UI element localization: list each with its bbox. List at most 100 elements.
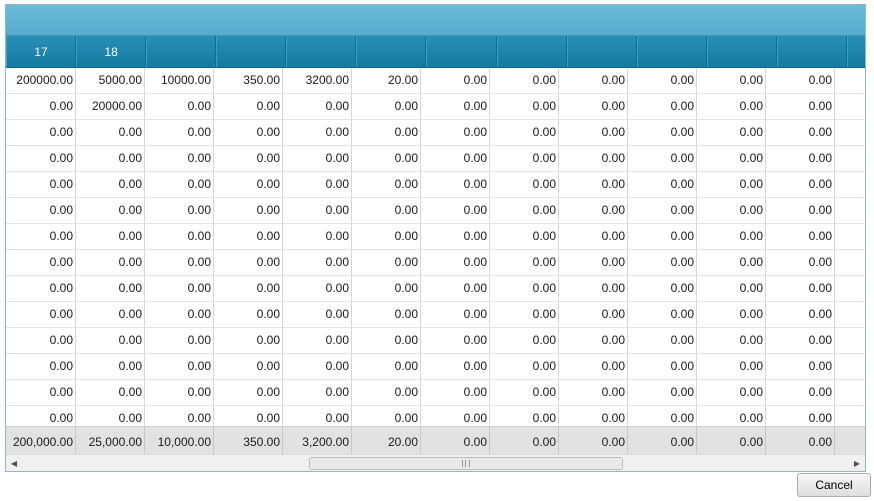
table-cell[interactable]: 0.00	[421, 94, 490, 119]
table-cell[interactable]: 0.00	[6, 94, 76, 119]
table-cell[interactable]: 200000.00	[6, 68, 76, 93]
table-cell[interactable]: 0.00	[145, 276, 214, 301]
table-cell[interactable]: 0.00	[490, 198, 559, 223]
table-row[interactable]: 0.00 0.00 0.00 0.00 0.00 0.00 0.00 0.00 0.00 0.00…	[6, 198, 865, 224]
table-cell[interactable]: 0.00	[766, 224, 835, 249]
table-cell[interactable]: 0.00	[697, 68, 766, 93]
table-cell[interactable]: 0.00	[283, 276, 352, 301]
table-cell[interactable]: 0.00	[145, 94, 214, 119]
table-row[interactable]: 0.00 0.00 0.00 0.00 0.00 0.00 0.00 0.00 0.00 0.00…	[6, 250, 865, 276]
table-cell[interactable]: 0.00	[214, 250, 283, 275]
table-cell[interactable]: 0.00	[628, 172, 697, 197]
table-cell[interactable]: 0.00	[697, 224, 766, 249]
table-cell[interactable]: 0.00	[628, 94, 697, 119]
table-cell[interactable]: 0.00	[76, 172, 145, 197]
table-cell[interactable]: 0.00	[766, 146, 835, 171]
table-cell[interactable]: 0.00	[283, 146, 352, 171]
table-cell[interactable]: 350.00	[214, 68, 283, 93]
table-row[interactable]: 0.00 20000.00 0.00 0.00 0.00 0.00 0.00 0.00 0.00…	[6, 94, 865, 120]
table-cell[interactable]: 0.00	[145, 328, 214, 353]
table-cell[interactable]: 0.00	[6, 354, 76, 379]
table-cell[interactable]: 0.00	[214, 328, 283, 353]
table-cell[interactable]: 0.00	[6, 302, 76, 327]
table-cell[interactable]: 0.00	[352, 120, 421, 145]
table-cell[interactable]: 0.00	[145, 146, 214, 171]
table-cell[interactable]: 0.00	[559, 250, 628, 275]
table-cell[interactable]: 0.00	[76, 250, 145, 275]
table-cell[interactable]: 0.00	[76, 302, 145, 327]
table-cell[interactable]: 0.00	[352, 276, 421, 301]
table-cell[interactable]: 0.00	[145, 250, 214, 275]
table-cell[interactable]: 0.00	[490, 68, 559, 93]
column-header[interactable]	[636, 36, 707, 67]
table-cell[interactable]: 0.00	[283, 94, 352, 119]
table-row[interactable]: 0.00 0.00 0.00 0.00 0.00 0.00 0.00 0.00 0.00 0.00…	[6, 224, 865, 250]
table-cell[interactable]: 0.00	[490, 302, 559, 327]
table-cell[interactable]: 0.00	[421, 120, 490, 145]
column-header[interactable]	[706, 36, 777, 67]
table-row[interactable]: 0.00 0.00 0.00 0.00 0.00 0.00 0.00 0.00 0.00 0.00…	[6, 302, 865, 328]
table-cell[interactable]: 0.00	[214, 172, 283, 197]
table-cell[interactable]: 0.00	[145, 302, 214, 327]
table-cell[interactable]: 0.00	[490, 224, 559, 249]
table-cell[interactable]: 0.00	[628, 224, 697, 249]
table-cell[interactable]: 0.00	[6, 250, 76, 275]
table-cell[interactable]: 0.00	[559, 120, 628, 145]
table-cell[interactable]: 0.00	[76, 354, 145, 379]
table-cell[interactable]: 0.00	[490, 380, 559, 405]
table-cell[interactable]: 0.00	[490, 354, 559, 379]
table-cell[interactable]: 0.00	[766, 354, 835, 379]
table-cell[interactable]: 0.00	[283, 328, 352, 353]
table-cell[interactable]: 0.00	[352, 146, 421, 171]
table-cell[interactable]: 0.00	[421, 276, 490, 301]
table-cell[interactable]: 0.00	[6, 224, 76, 249]
table-cell[interactable]: 0.00	[628, 250, 697, 275]
table-cell[interactable]: 0.00	[352, 354, 421, 379]
table-cell[interactable]: 0.00	[352, 172, 421, 197]
table-cell[interactable]: 0.00	[490, 146, 559, 171]
table-cell[interactable]: 0.00	[421, 68, 490, 93]
column-header[interactable]: 18	[76, 36, 147, 67]
table-row[interactable]: 200000.00 5000.00 10000.00 350.00 3200.00 20.…	[6, 68, 865, 94]
table-cell[interactable]: 20000.00	[76, 94, 145, 119]
table-cell[interactable]: 5000.00	[76, 68, 145, 93]
table-cell[interactable]: 0.00	[766, 328, 835, 353]
table-cell[interactable]: 0.00	[697, 94, 766, 119]
table-cell[interactable]: 0.00	[697, 172, 766, 197]
table-cell[interactable]: 0.00	[697, 250, 766, 275]
scroll-left-arrow-icon[interactable]: ◀	[6, 455, 22, 471]
table-cell[interactable]: 0.00	[6, 120, 76, 145]
table-cell[interactable]: 0.00	[559, 328, 628, 353]
table-cell[interactable]: 0.00	[490, 250, 559, 275]
table-cell[interactable]: 0.00	[628, 68, 697, 93]
table-cell[interactable]: 0.00	[628, 328, 697, 353]
table-cell[interactable]: 0.00	[214, 94, 283, 119]
table-cell[interactable]: 0.00	[421, 380, 490, 405]
table-cell[interactable]: 0.00	[352, 302, 421, 327]
table-cell[interactable]: 0.00	[214, 198, 283, 223]
table-cell[interactable]: 0.00	[490, 172, 559, 197]
table-cell[interactable]: 0.00	[559, 380, 628, 405]
table-cell[interactable]: 0.00	[214, 224, 283, 249]
table-cell[interactable]: 0.00	[352, 224, 421, 249]
table-cell[interactable]: 0.00	[421, 328, 490, 353]
table-row[interactable]: 0.00 0.00 0.00 0.00 0.00 0.00 0.00 0.00 0.00 0.00…	[6, 172, 865, 198]
table-cell[interactable]: 0.00	[421, 250, 490, 275]
table-cell[interactable]: 0.00	[283, 120, 352, 145]
column-header[interactable]	[216, 36, 287, 67]
table-cell[interactable]: 0.00	[766, 120, 835, 145]
table-cell[interactable]: 0.00	[766, 68, 835, 93]
table-cell[interactable]: 0.00	[214, 302, 283, 327]
table-cell[interactable]: 0.00	[352, 380, 421, 405]
table-cell[interactable]: 0.00	[421, 224, 490, 249]
table-cell[interactable]: 0.00	[559, 68, 628, 93]
table-cell[interactable]: 0.00	[766, 94, 835, 119]
column-header[interactable]: 17	[6, 36, 77, 67]
table-cell[interactable]: 0.00	[76, 146, 145, 171]
cancel-button[interactable]: Cancel	[797, 473, 871, 497]
table-cell[interactable]: 0.00	[283, 198, 352, 223]
table-cell[interactable]: 0.00	[766, 380, 835, 405]
table-cell[interactable]: 0.00	[697, 276, 766, 301]
table-cell[interactable]: 0.00	[697, 328, 766, 353]
table-cell[interactable]: 0.00	[490, 120, 559, 145]
